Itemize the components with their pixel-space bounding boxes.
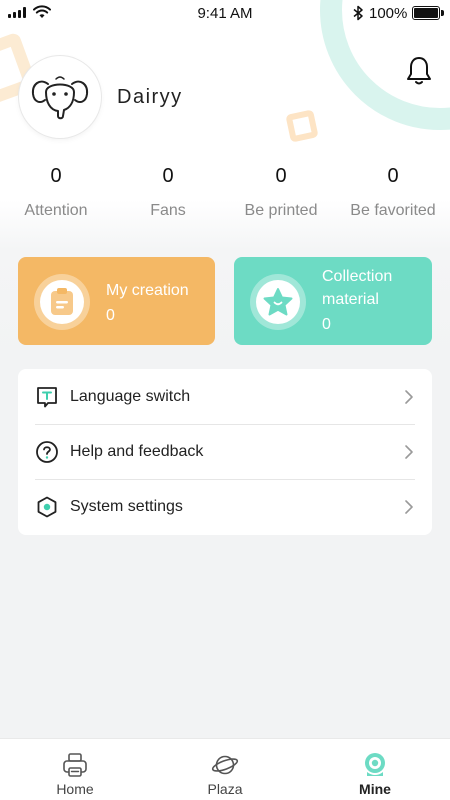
bell-icon[interactable] (404, 55, 434, 87)
menu-item-label: Language switch (70, 387, 191, 405)
stat-fans[interactable]: 0 Fans (112, 162, 224, 220)
stat-value: 0 (162, 165, 174, 187)
camera-icon (365, 753, 385, 776)
tab-label: Home (56, 781, 94, 797)
menu-item-system-settings[interactable]: System settings (18, 479, 432, 534)
avatar[interactable] (19, 56, 101, 138)
stat-value: 0 (50, 165, 62, 187)
battery-icon (412, 6, 444, 20)
help-icon (36, 441, 58, 463)
my-creation-title: My creation (106, 282, 189, 299)
status-bar: 9:41 AM 100% (0, 0, 450, 26)
collection-material-card[interactable]: Collection material 0 (234, 257, 432, 345)
planet-icon (211, 755, 239, 775)
settings-icon (37, 496, 57, 518)
stat-label: Attention (24, 202, 88, 219)
tab-home[interactable]: Home (0, 739, 150, 800)
star-icon (263, 288, 293, 316)
collection-material-title: Collection material (322, 268, 393, 308)
elephant-avatar-icon (31, 76, 89, 120)
chevron-right-icon (405, 445, 413, 459)
my-creation-count: 0 (106, 307, 115, 324)
collection-icon-circle (250, 274, 306, 330)
stat-label: Be favorited (350, 202, 436, 219)
decorative-square-small (285, 109, 319, 143)
menu-item-help-feedback[interactable]: Help and feedback (18, 424, 432, 479)
menu-item-label: Help and feedback (70, 442, 204, 460)
tab-plaza[interactable]: Plaza (150, 739, 300, 800)
tab-label: Plaza (207, 781, 243, 797)
creation-icon-circle (34, 274, 90, 330)
collection-material-count: 0 (322, 316, 331, 333)
bluetooth-icon (353, 5, 363, 21)
settings-menu: Language switch Help and feedback System… (18, 369, 432, 535)
chevron-right-icon (405, 390, 413, 404)
bottom-tab-bar: Home Plaza Mine (0, 738, 450, 800)
stat-be-favorited[interactable]: 0 Be favorited (337, 162, 449, 220)
stat-be-printed[interactable]: 0 Be printed (225, 162, 337, 220)
tab-mine[interactable]: Mine (300, 739, 450, 800)
stat-value: 0 (387, 165, 399, 187)
my-creation-card[interactable]: My creation 0 (18, 257, 215, 345)
chevron-right-icon (405, 500, 413, 514)
profile-stats: 0 Attention 0 Fans 0 Be printed 0 Be fav… (0, 162, 450, 232)
menu-item-label: System settings (70, 497, 183, 515)
clipboard-icon (51, 288, 73, 315)
language-icon (37, 387, 57, 408)
stat-label: Fans (150, 202, 186, 219)
battery-percentage: 100% (369, 5, 408, 22)
stat-value: 0 (275, 165, 287, 187)
menu-item-language-switch[interactable]: Language switch (18, 369, 432, 424)
stat-label: Be printed (244, 202, 318, 219)
printer-icon (63, 753, 87, 777)
username: Dairyy (117, 86, 183, 108)
tab-label: Mine (359, 781, 391, 797)
stat-attention[interactable]: 0 Attention (0, 162, 112, 220)
